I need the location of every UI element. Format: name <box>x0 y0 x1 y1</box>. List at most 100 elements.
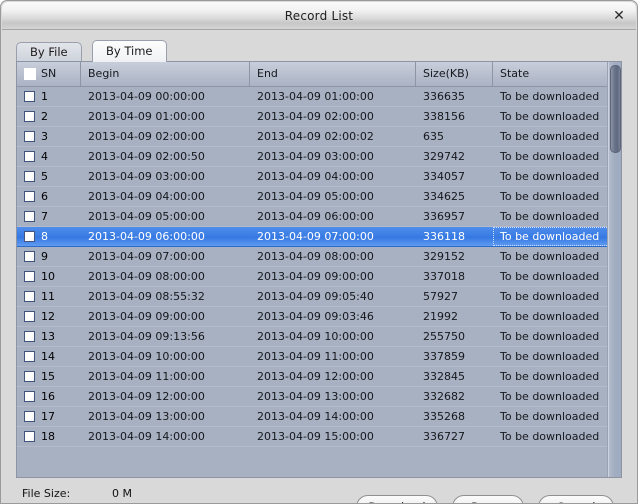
row-checkbox[interactable] <box>24 351 35 362</box>
cell-size: 255750 <box>423 330 465 343</box>
table-row[interactable]: 16 2013-04-09 12:00:00 2013-04-09 13:00:00… <box>17 387 609 407</box>
table-row[interactable]: 8 2013-04-09 06:00:00 2013-04-09 07:00:00 3… <box>17 227 609 247</box>
cell-state: To be downloaded <box>500 290 600 303</box>
cell-size: 337859 <box>423 350 465 363</box>
row-checkbox[interactable] <box>24 231 35 242</box>
cell-begin: 2013-04-09 07:00:00 <box>88 250 205 263</box>
row-checkbox[interactable] <box>24 331 35 342</box>
tab-by-time[interactable]: By Time <box>92 40 167 62</box>
table-row[interactable]: 13 2013-04-09 09:13:56 2013-04-09 10:00:00… <box>17 327 609 347</box>
cell-size: 332682 <box>423 390 465 403</box>
scrollbar-track[interactable] <box>609 62 621 477</box>
row-checkbox[interactable] <box>24 211 35 222</box>
table-row[interactable]: 15 2013-04-09 11:00:00 2013-04-09 12:00:00… <box>17 367 609 387</box>
cell-end: 2013-04-09 14:00:00 <box>257 410 374 423</box>
cell-state: To be downloaded <box>500 250 600 263</box>
cell-size: 332845 <box>423 370 465 383</box>
cancel-button[interactable]: Cancel <box>538 495 614 503</box>
cell-end: 2013-04-09 07:00:00 <box>257 230 374 243</box>
cell-begin: 2013-04-09 01:00:00 <box>88 110 205 123</box>
cell-begin: 2013-04-09 13:00:00 <box>88 410 205 423</box>
cell-size: 334057 <box>423 170 465 183</box>
scrollbar-thumb[interactable] <box>610 65 621 153</box>
cell-sn: 7 <box>41 210 48 223</box>
row-checkbox[interactable] <box>24 411 35 422</box>
cell-begin: 2013-04-09 00:00:00 <box>88 90 205 103</box>
table-row[interactable]: 9 2013-04-09 07:00:00 2013-04-09 08:00:00 3… <box>17 247 609 267</box>
table-row[interactable]: 1 2013-04-09 00:00:00 2013-04-09 01:00:00 3… <box>17 87 609 107</box>
table-row[interactable]: 6 2013-04-09 04:00:00 2013-04-09 05:00:00 3… <box>17 187 609 207</box>
column-header-end[interactable]: End <box>250 62 416 86</box>
pause-button[interactable]: Pause <box>452 495 524 503</box>
cell-state: To be downloaded <box>500 350 600 363</box>
row-checkbox[interactable] <box>24 91 35 102</box>
row-checkbox[interactable] <box>24 291 35 302</box>
tab-strip: By File By Time <box>16 40 616 62</box>
table-row[interactable]: 18 2013-04-09 14:00:00 2013-04-09 15:00:00… <box>17 427 609 447</box>
table-row[interactable]: 12 2013-04-09 09:00:00 2013-04-09 09:03:46… <box>17 307 609 327</box>
cell-sn: 6 <box>41 190 48 203</box>
cell-sn: 13 <box>41 330 55 343</box>
table-row[interactable]: 14 2013-04-09 10:00:00 2013-04-09 11:00:00… <box>17 347 609 367</box>
cell-begin: 2013-04-09 12:00:00 <box>88 390 205 403</box>
row-checkbox[interactable] <box>24 431 35 442</box>
row-checkbox[interactable] <box>24 131 35 142</box>
table-row[interactable]: 5 2013-04-09 03:00:00 2013-04-09 04:00:00 3… <box>17 167 609 187</box>
cell-end: 2013-04-09 03:00:00 <box>257 150 374 163</box>
cell-state: To be downloaded <box>500 330 600 343</box>
row-checkbox[interactable] <box>24 151 35 162</box>
column-header-state[interactable]: State <box>493 62 609 86</box>
row-checkbox[interactable] <box>24 251 35 262</box>
cell-begin: 2013-04-09 08:55:32 <box>88 290 205 303</box>
cell-sn: 2 <box>41 110 48 123</box>
column-header-sn[interactable]: SN <box>17 62 81 86</box>
vertical-scrollbar[interactable] <box>607 62 621 477</box>
cell-begin: 2013-04-09 08:00:00 <box>88 270 205 283</box>
footer-bar: File Size: 0 M Disk Size: 24253 M Downlo… <box>2 481 636 503</box>
row-checkbox[interactable] <box>24 171 35 182</box>
cell-size: 57927 <box>423 290 458 303</box>
cell-end: 2013-04-09 05:00:00 <box>257 190 374 203</box>
cell-state: To be downloaded <box>500 430 600 443</box>
record-list-dialog: Record List ✕ By File By Time SN Begin E… <box>0 0 638 504</box>
cell-sn: 3 <box>41 130 48 143</box>
table-row[interactable]: 17 2013-04-09 13:00:00 2013-04-09 14:00:00… <box>17 407 609 427</box>
row-checkbox[interactable] <box>24 371 35 382</box>
column-header-begin[interactable]: Begin <box>81 62 250 86</box>
row-checkbox[interactable] <box>24 311 35 322</box>
table-row[interactable]: 10 2013-04-09 08:00:00 2013-04-09 09:00:00… <box>17 267 609 287</box>
select-all-checkbox[interactable] <box>24 68 36 80</box>
row-checkbox[interactable] <box>24 111 35 122</box>
download-button[interactable]: Download <box>356 495 438 503</box>
table-row[interactable]: 7 2013-04-09 05:00:00 2013-04-09 06:00:00 3… <box>17 207 609 227</box>
column-header-size[interactable]: Size(KB) <box>416 62 493 86</box>
file-size-value: 0 M <box>112 487 132 500</box>
cell-begin: 2013-04-09 11:00:00 <box>88 370 205 383</box>
table-row[interactable]: 11 2013-04-09 08:55:32 2013-04-09 09:05:40… <box>17 287 609 307</box>
row-checkbox[interactable] <box>24 391 35 402</box>
close-icon[interactable]: ✕ <box>608 6 630 26</box>
row-checkbox[interactable] <box>24 191 35 202</box>
table-row[interactable]: 2 2013-04-09 01:00:00 2013-04-09 02:00:00 3… <box>17 107 609 127</box>
table-rows: 1 2013-04-09 00:00:00 2013-04-09 01:00:00 3… <box>17 87 609 477</box>
table-row[interactable]: 4 2013-04-09 02:00:50 2013-04-09 03:00:00 3… <box>17 147 609 167</box>
cell-end: 2013-04-09 02:00:00 <box>257 110 374 123</box>
table-row[interactable]: 3 2013-04-09 02:00:00 2013-04-09 02:00:02 6… <box>17 127 609 147</box>
cell-begin: 2013-04-09 02:00:00 <box>88 130 205 143</box>
cell-sn: 12 <box>41 310 55 323</box>
cell-end: 2013-04-09 09:00:00 <box>257 270 374 283</box>
cell-end: 2013-04-09 12:00:00 <box>257 370 374 383</box>
table-header-row: SN Begin End Size(KB) State <box>17 62 621 87</box>
cell-sn: 16 <box>41 390 55 403</box>
cell-state: To be downloaded <box>500 390 600 403</box>
cell-sn: 17 <box>41 410 55 423</box>
cell-size: 336635 <box>423 90 465 103</box>
cell-size: 635 <box>423 130 444 143</box>
cell-sn: 5 <box>41 170 48 183</box>
tab-by-file[interactable]: By File <box>16 42 82 62</box>
row-checkbox[interactable] <box>24 271 35 282</box>
cell-begin: 2013-04-09 03:00:00 <box>88 170 205 183</box>
cell-begin: 2013-04-09 04:00:00 <box>88 190 205 203</box>
cell-sn: 8 <box>41 230 48 243</box>
cell-state: To be downloaded <box>500 150 600 163</box>
